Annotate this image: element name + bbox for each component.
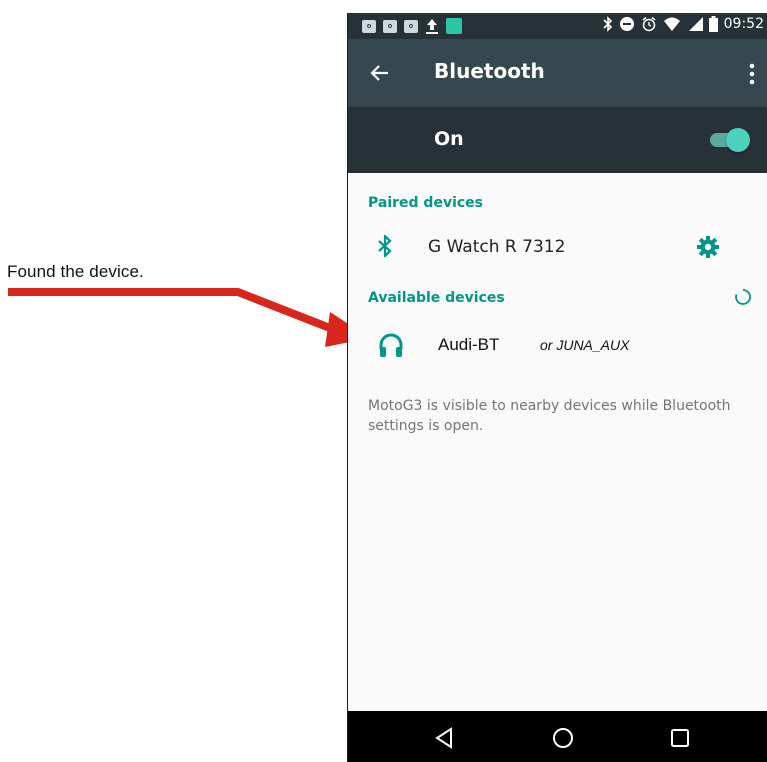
bluetooth-switch-bar[interactable]: On [348,107,767,173]
signal-icon [688,17,703,31]
status-time: 09:52 [723,16,764,32]
do-not-disturb-icon [619,17,634,31]
bluetooth-toggle[interactable] [710,127,750,153]
app-toolbar: Bluetooth [348,39,767,107]
more-vert-icon[interactable] [748,63,756,85]
headset-icon [379,333,403,357]
upload-icon [426,19,438,34]
visibility-info: MotoG3 is visible to nearby devices whil… [368,398,731,434]
annotation-text: Found the device. [7,262,144,281]
outlook-notification-icon: o [383,19,397,33]
status-bar: o o o 09:52 [348,13,767,39]
paired-device-row[interactable]: G Watch R 7312 [348,223,767,271]
alarm-icon [642,16,656,32]
bluetooth-icon [603,16,612,32]
outlook-notification-icon: o [404,19,418,33]
nav-bar [348,711,767,762]
available-device-row[interactable]: Audi-BT or JUNA_AUX [348,326,767,374]
back-arrow-icon[interactable] [368,61,392,85]
paired-device-name: G Watch R 7312 [428,237,566,257]
nav-back-icon[interactable] [434,727,454,749]
nav-home-icon[interactable] [552,727,574,749]
page-title: Bluetooth [434,59,545,83]
available-device-name: Audi-BT [438,335,500,354]
alternate-device-name: or JUNA_AUX [540,337,630,353]
battery-icon [708,16,718,32]
toggle-thumb [726,128,750,152]
phone-screen: o o o 09:52 Bluetooth On Paired devices … [347,13,767,762]
paired-devices-header: Paired devices [368,195,483,211]
gear-icon[interactable] [696,235,720,259]
scanning-spinner-icon [735,289,751,305]
app-notification-icon [446,18,462,34]
bluetooth-icon [378,235,392,257]
outlook-notification-icon: o [362,19,376,33]
nav-recent-apps-icon[interactable] [670,728,690,748]
wifi-icon [663,17,680,31]
available-devices-header: Available devices [368,290,505,306]
switch-label: On [434,128,464,150]
